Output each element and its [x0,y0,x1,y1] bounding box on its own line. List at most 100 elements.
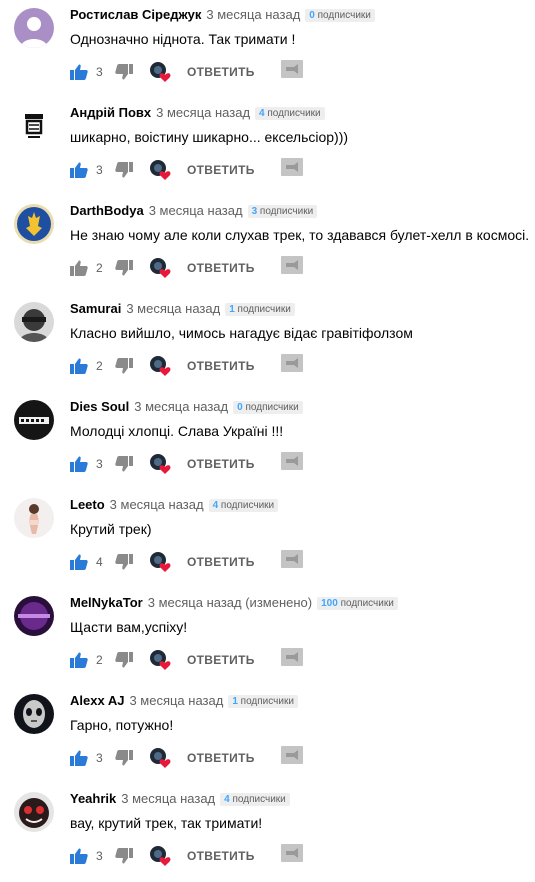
thumb-down-icon[interactable] [115,652,133,668]
comment-item: Ростислав Сіреджук 3 месяца назад 0 подп… [0,0,535,98]
reply-button[interactable]: ОТВЕТИТЬ [187,653,255,667]
thumb-down-icon[interactable] [115,750,133,766]
like-count: 3 [96,65,103,79]
thumb-up-icon[interactable] [70,652,88,668]
comment-time[interactable]: 3 месяца назад [149,203,243,219]
reply-button[interactable]: ОТВЕТИТЬ [187,65,255,79]
subscriber-badge: 4 подписчики [208,498,279,512]
avatar[interactable] [14,204,54,244]
comment-time[interactable]: 3 месяца назад [121,791,215,807]
comment-header: Alexx AJ 3 месяца назад 1 подписчики [70,693,298,709]
comment-time[interactable]: 3 месяца назад [129,693,223,709]
subscriber-badge: 100 подписчики [317,596,398,610]
avatar[interactable] [14,596,54,636]
thumb-down-icon[interactable] [115,64,133,80]
reply-icon[interactable] [281,844,303,862]
comment-actions: 3 ОТВЕТИТЬ [70,62,255,82]
like-count: 2 [96,359,103,373]
avatar[interactable] [14,498,54,538]
subscriber-count: 0 [309,9,315,21]
avatar[interactable] [14,106,54,146]
comment-item: DarthBodya 3 месяца назад 3 подписчики Н… [0,196,535,294]
comment-item: Leeto 3 месяца назад 4 подписчики Крутий… [0,490,535,588]
thumb-down-icon[interactable] [115,456,133,472]
comment-header: Андрій Повх 3 месяца назад 4 подписчики [70,105,325,121]
subscriber-label: подписчики [317,9,371,21]
reply-button[interactable]: ОТВЕТИТЬ [187,359,255,373]
reply-button[interactable]: ОТВЕТИТЬ [187,751,255,765]
reply-button[interactable]: ОТВЕТИТЬ [187,261,255,275]
reply-button[interactable]: ОТВЕТИТЬ [187,555,255,569]
thumb-up-icon[interactable] [70,750,88,766]
reply-icon[interactable] [281,256,303,274]
subscriber-count: 100 [321,597,338,609]
reply-icon[interactable] [281,158,303,176]
thumb-up-icon[interactable] [70,260,88,276]
author-name[interactable]: Андрій Повх [70,105,151,121]
comment-item: Yeahrik 3 месяца назад 4 подписчики вау,… [0,784,535,882]
thumb-up-icon[interactable] [70,554,88,570]
like-count: 2 [96,261,103,275]
thumb-down-icon[interactable] [115,260,133,276]
comment-header: Dies Soul 3 месяца назад 0 подписчики [70,399,303,415]
comment-header: Leeto 3 месяца назад 4 подписчики [70,497,279,513]
author-name[interactable]: Ростислав Сіреджук [70,7,201,23]
thumb-down-icon[interactable] [115,162,133,178]
avatar[interactable] [14,302,54,342]
comment-item: Dies Soul 3 месяца назад 0 подписчики Мо… [0,392,535,490]
thumb-up-icon[interactable] [70,848,88,864]
like-count: 3 [96,457,103,471]
avatar[interactable] [14,694,54,734]
subscriber-badge: 4 подписчики [220,792,290,806]
comment-text: Щасти вам,успіху! [70,619,188,635]
thumb-up-icon[interactable] [70,456,88,472]
reply-button[interactable]: ОТВЕТИТЬ [187,849,255,863]
author-name[interactable]: Yeahrik [70,791,116,807]
author-name[interactable]: Alexx AJ [70,693,124,709]
subscriber-badge: 0 подписчики [305,8,375,22]
thumb-down-icon[interactable] [115,358,133,374]
comment-time[interactable]: 3 месяца назад [134,399,228,415]
author-name[interactable]: MelNykaTor [70,595,143,611]
avatar[interactable] [14,792,54,832]
reply-icon[interactable] [281,550,303,568]
subscriber-label: подписчики [232,793,286,805]
subscriber-badge: 1 подписчики [225,302,295,316]
thumb-up-icon[interactable] [70,358,88,374]
reply-icon[interactable] [281,648,303,666]
comment-item: MelNykaTor 3 месяца назад (изменено) 100… [0,588,535,686]
thumb-up-icon[interactable] [70,64,88,80]
comment-time[interactable]: 3 месяца назад (изменено) [148,595,312,611]
comment-actions: 3 ОТВЕТИТЬ [70,454,255,474]
comment-text: Класно вийшло, чимось нагадує відає грав… [70,325,413,341]
comment-header: Ростислав Сіреджук 3 месяца назад 0 подп… [70,7,375,23]
comment-time[interactable]: 3 месяца назад [156,105,250,121]
comment-time[interactable]: 3 месяца назад [206,7,300,23]
comment-text: Молодці хлопці. Слава Україні !!! [70,423,284,439]
subscriber-label: подписчики [245,401,299,413]
reply-icon[interactable] [281,746,303,764]
comment-actions: 4 ОТВЕТИТЬ [70,552,255,572]
creator-heart-icon [148,257,172,279]
comment-item: Samurai 3 месяца назад 1 подписчики Клас… [0,294,535,392]
author-name[interactable]: Leeto [70,497,105,513]
like-count: 3 [96,163,103,177]
avatar[interactable] [14,400,54,440]
comment-header: DarthBodya 3 месяца назад 3 подписчики [70,203,318,219]
thumb-down-icon[interactable] [115,554,133,570]
author-name[interactable]: Samurai [70,301,121,317]
thumb-down-icon[interactable] [115,848,133,864]
reply-icon[interactable] [281,452,303,470]
avatar[interactable] [14,8,54,48]
reply-icon[interactable] [281,60,303,78]
reply-icon[interactable] [281,354,303,372]
subscriber-label: подписчики [340,597,394,609]
author-name[interactable]: DarthBodya [70,203,144,219]
thumb-up-icon[interactable] [70,162,88,178]
author-name[interactable]: Dies Soul [70,399,129,415]
comment-time[interactable]: 3 месяца назад [110,497,204,513]
reply-button[interactable]: ОТВЕТИТЬ [187,457,255,471]
subscriber-badge: 3 подписчики [247,204,318,218]
comment-time[interactable]: 3 месяца назад [126,301,220,317]
reply-button[interactable]: ОТВЕТИТЬ [187,163,255,177]
